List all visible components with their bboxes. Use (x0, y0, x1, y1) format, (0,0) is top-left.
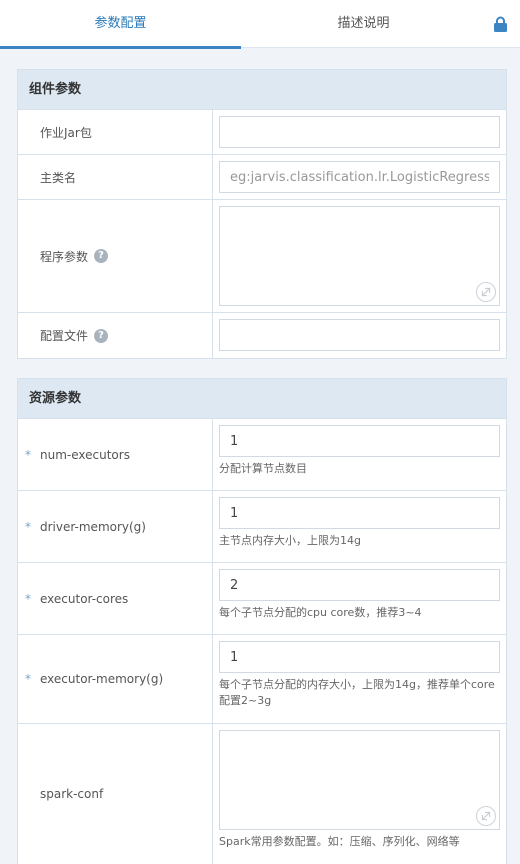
executor-memory-input[interactable] (219, 641, 500, 673)
driver-memory-label: * driver-memory(g) (18, 491, 213, 562)
panel-title: 组件参数 (18, 70, 506, 110)
program-args-textarea[interactable] (219, 206, 500, 306)
jar-label: 作业Jar包 (18, 110, 213, 154)
spark-conf-label: spark-conf (18, 724, 213, 864)
expand-icon[interactable] (476, 282, 496, 302)
row-jar: 作业Jar包 (18, 110, 506, 155)
jar-input[interactable] (219, 116, 500, 148)
row-driver-memory: * driver-memory(g) 主节点内存大小，上限为14g (18, 491, 506, 563)
config-file-label-text: 配置文件 (40, 329, 89, 343)
required-mark: * (25, 591, 31, 606)
driver-memory-hint: 主节点内存大小，上限为14g (219, 534, 361, 547)
executor-cores-label: * executor-cores (18, 563, 213, 634)
row-executor-memory: * executor-memory(g) 每个子节点分配的内存大小，上限为14g… (18, 635, 506, 724)
row-executor-cores: * executor-cores 每个子节点分配的cpu core数，推荐3~4 (18, 563, 506, 635)
driver-memory-input[interactable] (219, 497, 500, 529)
component-params-panel: 组件参数 作业Jar包 主类名 程序参数 ? 配置文件 ? (17, 69, 507, 359)
question-circle-icon[interactable]: ? (94, 328, 109, 343)
executor-cores-input[interactable] (219, 569, 500, 601)
num-executors-hint: 分配计算节点数目 (219, 462, 307, 475)
spark-conf-textarea[interactable] (219, 730, 500, 830)
program-args-label: 程序参数 ? (18, 200, 213, 312)
row-main-class: 主类名 (18, 155, 506, 200)
program-args-label-text: 程序参数 (40, 249, 89, 264)
main-class-label: 主类名 (18, 155, 213, 199)
num-executors-input[interactable] (219, 425, 500, 457)
jar-label-text: 作业Jar包 (40, 125, 92, 140)
question-circle-icon[interactable]: ? (94, 249, 109, 263)
executor-cores-hint: 每个子节点分配的cpu core数，推荐3~4 (219, 606, 422, 619)
required-mark: * (25, 519, 31, 534)
resource-params-panel: 资源参数 * num-executors 分配计算节点数目 * driver-m… (17, 378, 507, 864)
config-file-label: 配置文件 ? (18, 313, 213, 358)
row-spark-conf: spark-conf Spark常用参数配置。如：压缩、序列化、网络等 (18, 724, 506, 864)
executor-memory-hint: 每个子节点分配的内存大小，上限为14g，推荐单个core配置2~3g (219, 678, 495, 707)
expand-icon[interactable] (476, 806, 496, 826)
spark-conf-label-text: spark-conf (40, 787, 104, 801)
row-num-executors: * num-executors 分配计算节点数目 (18, 419, 506, 491)
tab-description[interactable]: 描述说明 (241, 0, 486, 48)
num-executors-label-text: num-executors (40, 447, 130, 462)
num-executors-label: * num-executors (18, 419, 213, 490)
main-class-label-text: 主类名 (40, 170, 77, 185)
executor-cores-label-text: executor-cores (40, 591, 129, 606)
tab-bar: 参数配置 描述说明 (0, 0, 520, 49)
driver-memory-label-text: driver-memory(g) (40, 519, 146, 534)
spark-conf-hint: Spark常用参数配置。如：压缩、序列化、网络等 (219, 835, 460, 848)
executor-memory-label-text: executor-memory(g) (40, 672, 164, 686)
main-class-input[interactable] (219, 161, 500, 193)
row-config-file: 配置文件 ? (18, 313, 506, 358)
required-mark: * (25, 672, 31, 686)
row-program-args: 程序参数 ? (18, 200, 506, 313)
config-file-input[interactable] (219, 319, 500, 351)
required-mark: * (25, 447, 31, 462)
tab-params[interactable]: 参数配置 (0, 0, 241, 49)
executor-memory-label: * executor-memory(g) (18, 635, 213, 723)
lock-icon[interactable] (493, 16, 508, 32)
panel-title: 资源参数 (18, 379, 506, 419)
